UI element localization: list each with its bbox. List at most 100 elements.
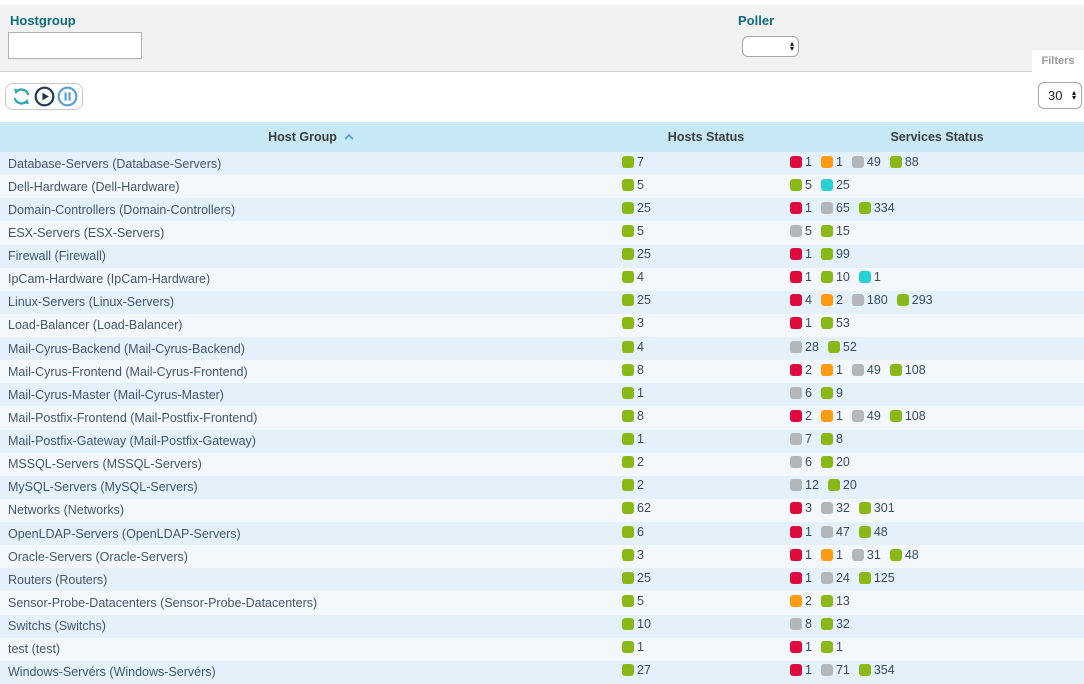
status-count-ok[interactable]: 88 bbox=[890, 155, 919, 169]
status-count-critical[interactable]: 1 bbox=[790, 571, 812, 585]
hostgroup-name-link[interactable]: Mail-Cyrus-Master (Mail-Cyrus-Master) bbox=[0, 388, 622, 402]
status-count-ok[interactable]: 9 bbox=[821, 386, 843, 400]
hostgroup-name-link[interactable]: Switchs (Switchs) bbox=[0, 619, 622, 633]
hostgroup-name-link[interactable]: ESX-Servers (ESX-Servers) bbox=[0, 226, 622, 240]
filters-tab[interactable]: Filters bbox=[1032, 50, 1084, 72]
status-count-critical[interactable]: 1 bbox=[790, 316, 812, 330]
status-count-warning[interactable]: 2 bbox=[821, 293, 843, 307]
status-count-unknown[interactable]: 28 bbox=[790, 340, 819, 354]
status-count-critical[interactable]: 1 bbox=[790, 270, 812, 284]
status-count-ok[interactable]: 15 bbox=[821, 224, 850, 238]
status-count-ok[interactable]: 8 bbox=[622, 363, 644, 377]
status-count-critical[interactable]: 3 bbox=[790, 501, 812, 515]
status-count-critical[interactable]: 1 bbox=[790, 640, 812, 654]
status-count-critical[interactable]: 1 bbox=[790, 247, 812, 261]
status-count-unknown[interactable]: 32 bbox=[821, 501, 850, 515]
status-count-ok[interactable]: 48 bbox=[859, 525, 888, 539]
status-count-warning[interactable]: 1 bbox=[821, 548, 843, 562]
status-count-warning[interactable]: 2 bbox=[790, 594, 812, 608]
hostgroup-name-link[interactable]: Dell-Hardware (Dell-Hardware) bbox=[0, 180, 622, 194]
status-count-unknown[interactable]: 47 bbox=[821, 525, 850, 539]
status-count-ok[interactable]: 293 bbox=[897, 293, 933, 307]
hostgroup-name-link[interactable]: Mail-Cyrus-Backend (Mail-Cyrus-Backend) bbox=[0, 342, 622, 356]
status-count-ok[interactable]: 7 bbox=[622, 155, 644, 169]
status-count-ok[interactable]: 27 bbox=[622, 663, 651, 677]
status-count-ok[interactable]: 20 bbox=[828, 478, 857, 492]
status-count-ok[interactable]: 4 bbox=[622, 270, 644, 284]
hostgroup-name-link[interactable]: Domain-Controllers (Domain-Controllers) bbox=[0, 203, 622, 217]
status-count-ok[interactable]: 25 bbox=[622, 571, 651, 585]
status-count-ok[interactable]: 20 bbox=[821, 455, 850, 469]
status-count-ok[interactable]: 3 bbox=[622, 316, 644, 330]
status-count-ok[interactable]: 99 bbox=[821, 247, 850, 261]
status-count-ok[interactable]: 25 bbox=[622, 247, 651, 261]
status-count-ok[interactable]: 1 bbox=[622, 386, 644, 400]
status-count-ok[interactable]: 1 bbox=[622, 640, 644, 654]
hostgroup-name-link[interactable]: Routers (Routers) bbox=[0, 573, 622, 587]
hostgroup-name-link[interactable]: Networks (Networks) bbox=[0, 503, 622, 517]
status-count-ok[interactable]: 301 bbox=[859, 501, 895, 515]
status-count-unknown[interactable]: 12 bbox=[790, 478, 819, 492]
status-count-ok[interactable]: 8 bbox=[821, 432, 843, 446]
hostgroup-name-link[interactable]: Load-Balancer (Load-Balancer) bbox=[0, 318, 622, 332]
status-count-ok[interactable]: 25 bbox=[622, 201, 651, 215]
status-count-ok[interactable]: 108 bbox=[890, 363, 926, 377]
status-count-ok[interactable]: 1 bbox=[821, 640, 843, 654]
status-count-unknown[interactable]: 49 bbox=[852, 363, 881, 377]
status-count-ok[interactable]: 62 bbox=[622, 501, 651, 515]
status-count-warning[interactable]: 1 bbox=[821, 155, 843, 169]
status-count-ok[interactable]: 5 bbox=[790, 178, 812, 192]
status-count-unknown[interactable]: 49 bbox=[852, 409, 881, 423]
status-count-ok[interactable]: 4 bbox=[622, 340, 644, 354]
status-count-warning[interactable]: 1 bbox=[821, 409, 843, 423]
hostgroup-name-link[interactable]: Windows-Servérs (Windows-Servérs) bbox=[0, 665, 622, 679]
status-count-ok[interactable]: 10 bbox=[622, 617, 651, 631]
hostgroup-name-link[interactable]: IpCam-Hardware (IpCam-Hardware) bbox=[0, 272, 622, 286]
status-count-critical[interactable]: 1 bbox=[790, 548, 812, 562]
status-count-unknown[interactable]: 180 bbox=[852, 293, 888, 307]
poller-select[interactable]: ▴▾ bbox=[742, 36, 799, 57]
status-count-warning[interactable]: 1 bbox=[821, 363, 843, 377]
status-count-unknown[interactable]: 31 bbox=[852, 548, 881, 562]
status-count-ok[interactable]: 48 bbox=[890, 548, 919, 562]
status-count-ok[interactable]: 5 bbox=[622, 178, 644, 192]
hostgroup-name-link[interactable]: test (test) bbox=[0, 642, 622, 656]
status-count-ok[interactable]: 334 bbox=[859, 201, 895, 215]
status-count-critical[interactable]: 1 bbox=[790, 155, 812, 169]
status-count-ok[interactable]: 5 bbox=[622, 594, 644, 608]
status-count-ok[interactable]: 1 bbox=[622, 432, 644, 446]
status-count-critical[interactable]: 2 bbox=[790, 363, 812, 377]
status-count-critical[interactable]: 2 bbox=[790, 409, 812, 423]
pause-icon[interactable] bbox=[56, 86, 78, 108]
status-count-pending[interactable]: 25 bbox=[821, 178, 850, 192]
status-count-ok[interactable]: 2 bbox=[622, 478, 644, 492]
hostgroup-name-link[interactable]: MySQL-Servers (MySQL-Servers) bbox=[0, 480, 622, 494]
column-header-hosts-status[interactable]: Hosts Status bbox=[622, 130, 790, 144]
column-header-services-status[interactable]: Services Status bbox=[790, 130, 1084, 144]
status-count-critical[interactable]: 4 bbox=[790, 293, 812, 307]
hostgroup-name-link[interactable]: Sensor-Probe-Datacenters (Sensor-Probe-D… bbox=[0, 596, 622, 610]
hostgroup-name-link[interactable]: OpenLDAP-Servers (OpenLDAP-Servers) bbox=[0, 527, 622, 541]
status-count-unknown[interactable]: 49 bbox=[852, 155, 881, 169]
status-count-ok[interactable]: 25 bbox=[622, 293, 651, 307]
status-count-ok[interactable]: 52 bbox=[828, 340, 857, 354]
hostgroup-name-link[interactable]: Mail-Postfix-Frontend (Mail-Postfix-Fron… bbox=[0, 411, 622, 425]
refresh-icon[interactable] bbox=[10, 86, 32, 108]
hostgroup-name-link[interactable]: Mail-Cyrus-Frontend (Mail-Cyrus-Frontend… bbox=[0, 365, 622, 379]
status-count-unknown[interactable]: 6 bbox=[790, 386, 812, 400]
hostgroup-filter-input[interactable] bbox=[8, 32, 142, 59]
page-size-select[interactable]: 30 ▴▾ bbox=[1038, 82, 1082, 109]
status-count-ok[interactable]: 53 bbox=[821, 316, 850, 330]
status-count-ok[interactable]: 13 bbox=[821, 594, 850, 608]
status-count-pending[interactable]: 1 bbox=[859, 270, 881, 284]
status-count-unknown[interactable]: 24 bbox=[821, 571, 850, 585]
status-count-ok[interactable]: 108 bbox=[890, 409, 926, 423]
status-count-critical[interactable]: 1 bbox=[790, 663, 812, 677]
status-count-ok[interactable]: 32 bbox=[821, 617, 850, 631]
status-count-unknown[interactable]: 65 bbox=[821, 201, 850, 215]
hostgroup-name-link[interactable]: Mail-Postfix-Gateway (Mail-Postfix-Gatew… bbox=[0, 434, 622, 448]
status-count-critical[interactable]: 1 bbox=[790, 201, 812, 215]
status-count-ok[interactable]: 6 bbox=[622, 525, 644, 539]
hostgroup-name-link[interactable]: Database-Servers (Database-Servers) bbox=[0, 157, 622, 171]
status-count-unknown[interactable]: 7 bbox=[790, 432, 812, 446]
